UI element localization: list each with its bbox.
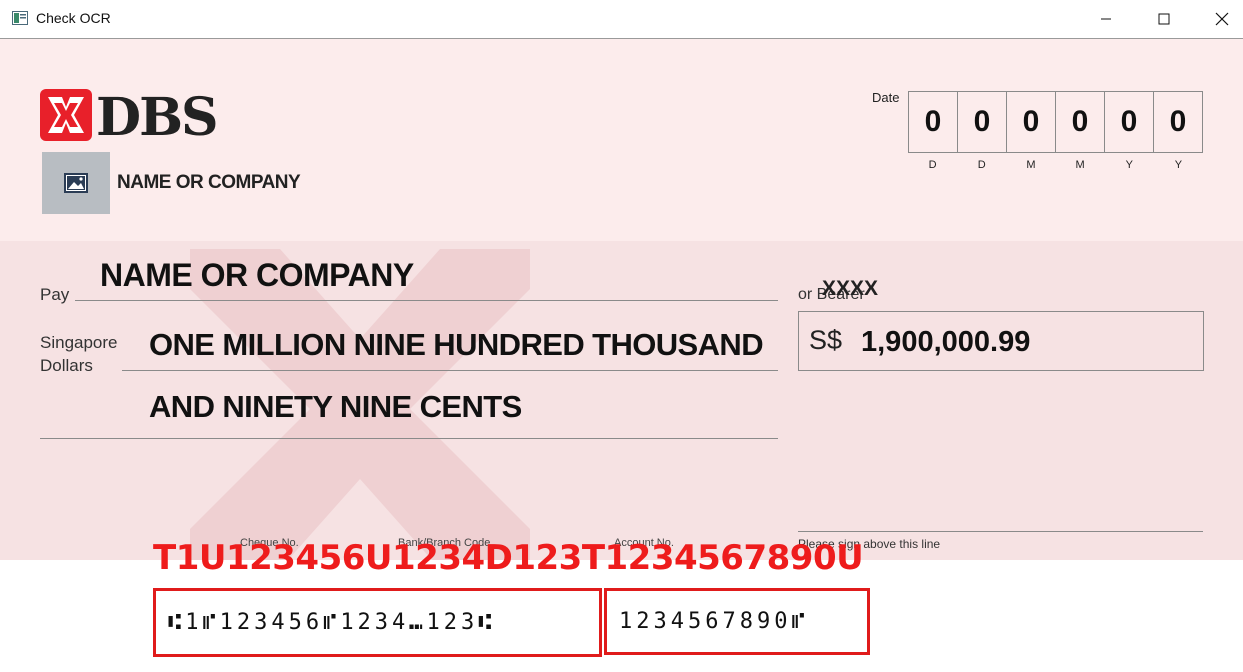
ocr-box-right: 1234567890⑈ [604,588,870,655]
company-name: NAME OR COMPANY [117,172,301,193]
image-icon [64,173,88,193]
currency-words-label: Singapore Dollars [40,331,118,377]
date-hint: D [977,159,986,171]
date-box: 0 0 0 0 0 0 [908,91,1203,153]
date-digit: 0 [1105,92,1154,152]
close-icon [1215,12,1229,26]
date-format-hints: D D M M Y Y [908,159,1203,171]
date-digit: 0 [958,92,1007,152]
words-underline-1 [122,370,778,371]
date-hint: M [1026,159,1036,171]
date-hint: M [1075,159,1085,171]
date-hint: Y [1174,159,1183,171]
currency-label-line2: Dollars [40,356,93,375]
window-titlebar: Check OCR [0,0,1243,39]
cheque-image: DBS NAME OR COMPANY Date 0 0 0 0 0 0 D D… [0,39,1243,560]
amount-box: S$ 1,900,000.99 [798,311,1204,371]
maximize-icon [1158,13,1170,25]
pay-line [75,300,778,301]
company-logo-placeholder [42,152,110,214]
pay-label: Pay [40,285,70,304]
amount-words-line1: ONE MILLION NINE HUNDRED THOUSAND [149,327,764,362]
date-digit: 0 [909,92,958,152]
micr-right-line: 1234567890⑈ [619,609,809,634]
amount-words-line2: AND NINETY NINE CENTS [149,389,522,424]
maximize-button[interactable] [1134,0,1194,38]
app-icon [12,11,28,25]
svg-text:DBS: DBS [96,87,217,143]
micr-left-line: ⑆1⑈123456⑈1234⑉123⑆ [168,610,496,635]
date-hint: D [928,159,937,171]
currency-symbol: S$ [809,325,843,355]
minimize-button[interactable] [1076,0,1136,38]
amount-value: 1,900,000.99 [861,326,1031,358]
date-digit: 0 [1007,92,1056,152]
payee-name: NAME OR COMPANY [100,257,414,293]
window-title: Check OCR [36,10,111,26]
date-digit: 0 [1056,92,1105,152]
date-hint: Y [1125,159,1133,171]
date-label: Date [872,90,900,105]
minimize-icon [1101,18,1111,20]
dbs-logo: DBS [40,87,219,143]
bearer-strikeout: XXXX [822,277,879,300]
ocr-box-left: ⑆1⑈123456⑈1234⑉123⑆ [153,588,602,657]
currency-label-line1: Singapore [40,333,118,352]
words-underline-2 [40,438,778,439]
close-button[interactable] [1192,0,1243,38]
ocr-result-text: T1U123456U1234D123T1234567890U [153,538,864,578]
date-digit: 0 [1169,105,1187,138]
signature-line [798,531,1203,532]
